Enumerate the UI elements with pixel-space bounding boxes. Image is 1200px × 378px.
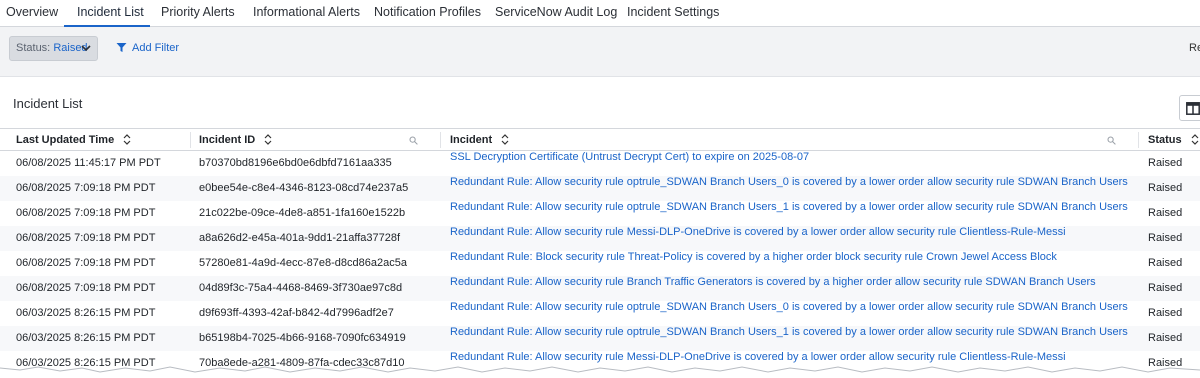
- page-title: Incident List: [13, 96, 83, 111]
- tab-informational-alerts[interactable]: Informational Alerts: [253, 0, 360, 27]
- table-row[interactable]: 06/08/2025 11:45:17 PM PDT b70370bd8196e…: [0, 151, 1200, 176]
- column-divider[interactable]: [440, 132, 441, 148]
- tab-overview[interactable]: Overview: [6, 0, 58, 27]
- cell-status: Raised: [1148, 307, 1183, 319]
- table-row[interactable]: 06/08/2025 7:09:18 PM PDT a8a626d2-e45a-…: [0, 226, 1200, 251]
- status-filter-chip[interactable]: Status: Raised: [9, 36, 98, 61]
- torn-edge-decoration: [0, 366, 1200, 378]
- cell-incident-id: e0bee54e-c8e4-4346-8123-08cd74e237a5: [199, 182, 409, 194]
- column-header-status[interactable]: Status: [1148, 129, 1199, 151]
- cell-status: Raised: [1148, 282, 1183, 294]
- truncated-right-text: Re: [1189, 42, 1200, 54]
- chevron-down-icon: [81, 45, 91, 52]
- cell-incident-id: 57280e81-4a9d-4ecc-87e8-d8cd86a2ac5a: [199, 257, 407, 269]
- cell-incident-id: b70370bd8196e6bd0e6dbfd7161aa335: [199, 157, 392, 169]
- column-label: Incident ID: [199, 134, 256, 146]
- filter-funnel-icon: [116, 43, 127, 52]
- sort-icon: [123, 133, 131, 145]
- cell-status: Raised: [1148, 257, 1183, 269]
- column-header-incident[interactable]: Incident: [450, 129, 509, 151]
- cell-last-updated-time: 06/08/2025 7:09:18 PM PDT: [16, 232, 156, 244]
- search-icon[interactable]: [1107, 136, 1116, 145]
- add-filter-label: Add Filter: [132, 42, 180, 54]
- incident-link[interactable]: Redundant Rule: Allow security rule optr…: [450, 326, 1128, 338]
- incident-link[interactable]: Redundant Rule: Allow security rule optr…: [450, 201, 1128, 213]
- tab-servicenow-audit-log[interactable]: ServiceNow Audit Log: [495, 0, 617, 27]
- table-row[interactable]: 06/08/2025 7:09:18 PM PDT 57280e81-4a9d-…: [0, 251, 1200, 276]
- column-layout-button[interactable]: [1179, 95, 1200, 121]
- table-row[interactable]: 06/08/2025 7:09:18 PM PDT 04d89f3c-75a4-…: [0, 276, 1200, 301]
- incident-link[interactable]: Redundant Rule: Block security rule Thre…: [450, 251, 1057, 263]
- table-header: Last Updated Time Incident ID Incident S…: [0, 128, 1200, 151]
- table-row[interactable]: 06/08/2025 7:09:18 PM PDT 21c022be-09ce-…: [0, 201, 1200, 226]
- cell-status: Raised: [1148, 182, 1183, 194]
- columns-icon: [1186, 102, 1200, 115]
- cell-last-updated-time: 06/08/2025 7:09:18 PM PDT: [16, 282, 156, 294]
- incident-link[interactable]: Redundant Rule: Allow security rule Bran…: [450, 276, 1096, 288]
- incident-link[interactable]: SSL Decryption Certificate (Untrust Decr…: [450, 151, 809, 163]
- column-header-incident-id[interactable]: Incident ID: [199, 129, 272, 151]
- cell-last-updated-time: 06/03/2025 8:26:15 PM PDT: [16, 332, 156, 344]
- filter-bar: Status: Raised Add Filter Re: [0, 27, 1200, 77]
- column-header-last-updated-time[interactable]: Last Updated Time: [16, 129, 131, 151]
- cell-incident-id: 04d89f3c-75a4-4468-8469-3f730ae97c8d: [199, 282, 403, 294]
- incident-link[interactable]: Redundant Rule: Allow security rule Mess…: [450, 226, 1066, 238]
- cell-last-updated-time: 06/03/2025 8:26:15 PM PDT: [16, 307, 156, 319]
- column-divider[interactable]: [1138, 132, 1139, 148]
- tab-bar: Overview Incident List Priority Alerts I…: [0, 0, 1200, 27]
- cell-last-updated-time: 06/08/2025 7:09:18 PM PDT: [16, 207, 156, 219]
- column-divider[interactable]: [190, 132, 191, 148]
- incident-link[interactable]: Redundant Rule: Allow security rule optr…: [450, 176, 1128, 188]
- tab-notification-profiles[interactable]: Notification Profiles: [374, 0, 481, 27]
- column-label: Status: [1148, 134, 1182, 146]
- tab-priority-alerts[interactable]: Priority Alerts: [161, 0, 235, 27]
- cell-incident-id: a8a626d2-e45a-401a-9dd1-21affa37728f: [199, 232, 401, 244]
- cell-last-updated-time: 06/08/2025 11:45:17 PM PDT: [16, 157, 161, 169]
- table-row[interactable]: 06/03/2025 8:26:15 PM PDT d9f693ff-4393-…: [0, 301, 1200, 326]
- incident-link[interactable]: Redundant Rule: Allow security rule optr…: [450, 301, 1128, 313]
- column-label: Last Updated Time: [16, 134, 115, 146]
- table-row[interactable]: 06/08/2025 7:09:18 PM PDT e0bee54e-c8e4-…: [0, 176, 1200, 201]
- table-row[interactable]: 06/03/2025 8:26:15 PM PDT b65198b4-7025-…: [0, 326, 1200, 351]
- cell-status: Raised: [1148, 332, 1183, 344]
- cell-status: Raised: [1148, 207, 1183, 219]
- sort-icon: [1191, 133, 1199, 145]
- sort-icon: [264, 133, 272, 145]
- cell-last-updated-time: 06/08/2025 7:09:18 PM PDT: [16, 182, 156, 194]
- cell-status: Raised: [1148, 157, 1183, 169]
- tab-incident-list[interactable]: Incident List: [64, 0, 150, 27]
- cell-last-updated-time: 06/08/2025 7:09:18 PM PDT: [16, 257, 156, 269]
- search-icon[interactable]: [409, 136, 418, 145]
- cell-status: Raised: [1148, 232, 1183, 244]
- status-filter-key: Status:: [16, 42, 51, 54]
- cell-incident-id: d9f693ff-4393-42af-b842-4d7996adf2e7: [199, 307, 394, 319]
- tab-incident-settings[interactable]: Incident Settings: [627, 0, 719, 27]
- sort-icon: [501, 133, 509, 145]
- cell-incident-id: 21c022be-09ce-4de8-a851-1fa160e1522b: [199, 207, 406, 219]
- section-header: Incident List: [0, 78, 1200, 128]
- column-label: Incident: [450, 134, 493, 146]
- cell-incident-id: b65198b4-7025-4b66-9168-7090fc634919: [199, 332, 406, 344]
